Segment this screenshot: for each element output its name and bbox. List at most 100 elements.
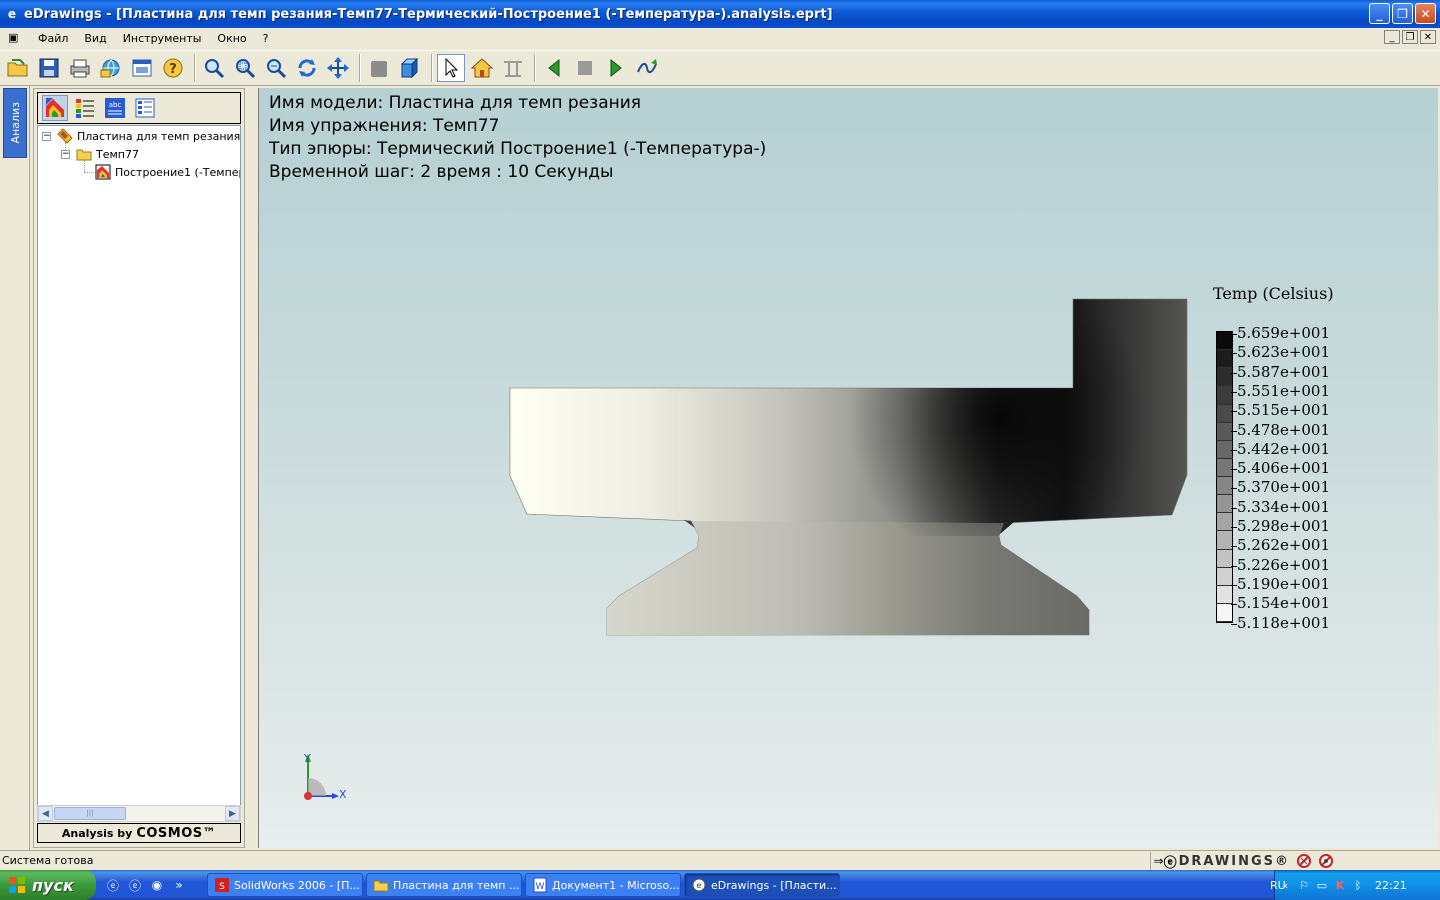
taskbar-item-folder[interactable]: Пластина для темп ... — [366, 873, 522, 897]
legend-value-label: 5.226e+001 — [1237, 555, 1331, 574]
edrawings-quicklaunch-icon[interactable]: ⓔ — [104, 876, 122, 894]
origin-marker — [304, 792, 312, 800]
menu-window[interactable]: Окно — [209, 32, 254, 45]
animate-loop-button[interactable] — [633, 54, 661, 82]
document-window-controls: _ ❐ ✕ — [1384, 30, 1436, 44]
zoom-button[interactable] — [262, 54, 290, 82]
legend-color-segment — [1217, 422, 1232, 441]
print-button[interactable] — [66, 54, 94, 82]
expand-quicklaunch-icon[interactable]: » — [170, 876, 188, 894]
y-axis-label: Y — [303, 752, 311, 765]
shaded-button[interactable] — [365, 54, 393, 82]
taskbar-item-edrawings[interactable]: e eDrawings - [Пласти... — [684, 873, 840, 897]
legend-color-bar — [1216, 331, 1233, 623]
help-button[interactable]: ? — [159, 54, 187, 82]
edrawings-app-icon[interactable]: e — [4, 6, 20, 22]
open-button[interactable] — [4, 54, 32, 82]
start-button[interactable]: пуск — [0, 870, 96, 900]
perspective-button[interactable] — [396, 54, 424, 82]
menu-help[interactable]: ? — [255, 32, 277, 45]
display-tray-icon[interactable]: ▭ — [1315, 878, 1329, 892]
send-button[interactable] — [97, 54, 125, 82]
start-label: пуск — [32, 875, 74, 895]
plot-view-button[interactable] — [42, 95, 68, 121]
loop-animation-icon — [637, 59, 657, 74]
network-tray-icon[interactable]: ⚐ — [1297, 878, 1311, 892]
doc-close-button[interactable]: ✕ — [1420, 30, 1436, 44]
svg-text:?: ? — [169, 62, 177, 77]
close-button[interactable]: ✕ — [1415, 3, 1436, 24]
pan-arrows-icon — [327, 57, 349, 79]
network-quicklaunch-icon[interactable]: ◉ — [148, 876, 166, 894]
bluetooth-tray-icon[interactable]: ᛒ — [1351, 878, 1365, 892]
save-button[interactable] — [35, 54, 63, 82]
stop-button[interactable] — [571, 54, 599, 82]
taskbar-item-solidworks[interactable]: S SolidWorks 2006 - [П... — [207, 873, 363, 897]
tree-item-study[interactable]: − Темп77 — [61, 145, 139, 163]
minimize-button[interactable]: _ — [1369, 3, 1390, 24]
perspective-cube-icon — [400, 57, 419, 79]
cosmos-logo-text: COSMOS™ — [136, 825, 217, 841]
previous-step-button[interactable] — [540, 54, 568, 82]
zoom-area-button[interactable] — [231, 54, 259, 82]
cosmos-badge-prefix: Analysis by — [61, 826, 133, 840]
model-part-base — [607, 521, 1089, 635]
measure-button[interactable] — [499, 54, 527, 82]
graphics-viewport[interactable]: Имя модели: Пластина для темп резания Им… — [258, 88, 1438, 848]
zoom-to-fit-button[interactable] — [200, 54, 228, 82]
scroll-right-arrow[interactable]: ▶ — [225, 806, 240, 821]
tree-item-model[interactable]: − Пластина для темп резания-Темп77 — [42, 127, 240, 145]
windows-taskbar: пуск ⓔ ⓔ ◉ » S SolidWorks 2006 - [П... П… — [0, 870, 1440, 900]
maximize-button[interactable]: ❐ — [1392, 3, 1413, 24]
no-measure-icon[interactable] — [1318, 853, 1334, 869]
legend-value-label: 5.478e+001 — [1237, 420, 1331, 439]
menu-view[interactable]: Вид — [76, 32, 114, 45]
language-indicator[interactable]: RU — [1270, 879, 1286, 892]
menu-tools[interactable]: Инструменты — [115, 32, 210, 45]
side-tab-strip — [0, 86, 30, 850]
legend-tick — [1231, 411, 1237, 413]
home-button[interactable] — [468, 54, 496, 82]
legend-view-button[interactable] — [72, 95, 98, 121]
scroll-thumb[interactable]: ||| — [54, 807, 126, 820]
no-markup-icon[interactable] — [1296, 853, 1312, 869]
analysis-tree: − Пластина для темп резания-Темп77 − Тем… — [37, 125, 241, 817]
menu-file[interactable]: Файл — [30, 32, 76, 45]
collapse-toggle[interactable]: − — [61, 149, 70, 159]
properties-button[interactable] — [128, 54, 156, 82]
select-button[interactable] — [437, 54, 465, 82]
collapse-toggle[interactable]: − — [42, 131, 51, 141]
legend-value-label: 5.118e+001 — [1237, 613, 1331, 632]
document-icon[interactable]: ▣ — [8, 31, 24, 45]
legend-tick — [1231, 546, 1237, 548]
rotate-button[interactable] — [293, 54, 321, 82]
legend-color-segment — [1217, 549, 1232, 568]
text-view-button[interactable]: abc — [102, 95, 128, 121]
legend-tick — [1231, 527, 1237, 528]
list-view-button[interactable] — [132, 95, 158, 121]
taskbar-item-word[interactable]: W Документ1 - Microso... — [525, 873, 681, 897]
model-hotspot — [779, 299, 1187, 536]
legend-tick — [1231, 623, 1237, 625]
doc-minimize-button[interactable]: _ — [1384, 30, 1400, 44]
legend-tick — [1231, 430, 1237, 432]
legend-value-label: 5.551e+001 — [1237, 381, 1331, 400]
pan-button[interactable] — [324, 54, 352, 82]
tree-horizontal-scrollbar[interactable]: ◀ ||| ▶ — [37, 805, 241, 822]
play-button[interactable] — [602, 54, 630, 82]
tree-item-plot[interactable]: Построение1 (-Температура-) — [95, 163, 240, 181]
doc-restore-button[interactable]: ❐ — [1402, 30, 1418, 44]
edrawings-quicklaunch-icon[interactable]: ⓔ — [126, 876, 144, 894]
antivirus-tray-icon[interactable]: K — [1333, 878, 1347, 892]
legend-color-segment — [1217, 585, 1232, 604]
legend-tick — [1231, 604, 1237, 606]
status-brand-area: ⇒ ⓔ DRAWINGS® — [1149, 852, 1334, 871]
legend-color-segment — [1217, 458, 1232, 477]
legend-value-label: 5.190e+001 — [1237, 574, 1331, 593]
legend-tick — [1231, 507, 1237, 509]
svg-text:abc: abc — [109, 101, 122, 109]
clock[interactable]: 22:21 — [1375, 879, 1407, 892]
legend-color-segment — [1217, 332, 1232, 351]
scroll-left-arrow[interactable]: ◀ — [38, 806, 53, 821]
tab-analysis[interactable]: Анализ — [3, 88, 27, 158]
